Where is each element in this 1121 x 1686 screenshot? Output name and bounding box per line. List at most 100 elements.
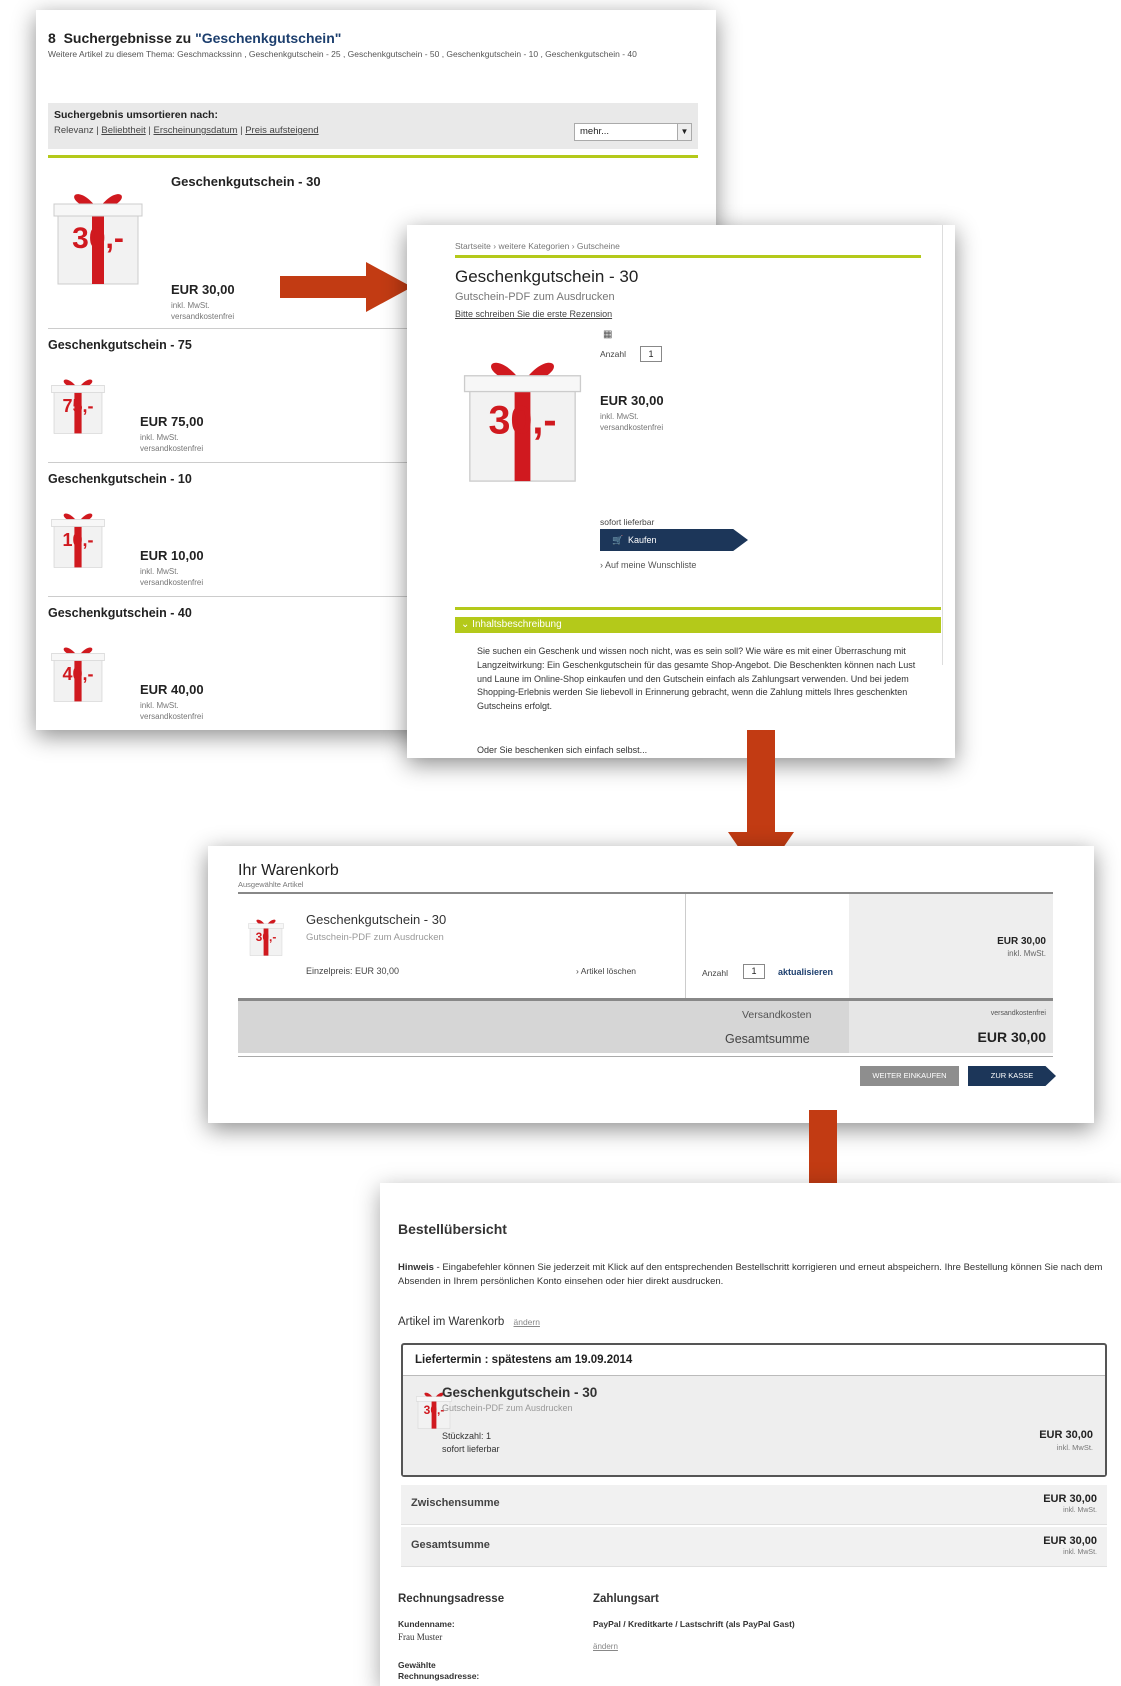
result-price: EUR 75,00	[140, 414, 204, 429]
gift-icon: 30,-	[248, 919, 284, 956]
shipping-note: versandkostenfrei	[171, 312, 235, 321]
more-sort-value: mehr...	[580, 126, 610, 137]
cart-item-image: 30,-	[246, 910, 286, 958]
result-price-notes: inkl. MwSt. versandkostenfrei	[171, 300, 234, 322]
payment-title: Zahlungsart	[593, 1593, 659, 1605]
results-heading: 8 Suchergebnisse zu "Geschenkgutschein"	[48, 30, 341, 46]
qty-input[interactable]: 1	[743, 964, 765, 979]
description-text: Sie suchen ein Geschenk und wissen noch …	[477, 646, 916, 712]
shipping-note: versandkostenfrei	[140, 712, 204, 721]
customer-label: Kundenname:	[398, 1619, 455, 1629]
related-articles[interactable]: Weitere Artikel zu diesem Thema: Geschma…	[48, 48, 708, 60]
order-item-qty: Stückzahl: 1	[442, 1431, 492, 1441]
gift-icon: 40,-	[51, 647, 105, 702]
shipping-note: versandkostenfrei	[600, 423, 664, 432]
order-item-details: Stückzahl: 1 sofort lieferbar	[442, 1430, 500, 1456]
more-sort-select[interactable]: mehr... ▼	[574, 123, 692, 141]
chosen-address-label-2: Rechnungsadresse:	[398, 1671, 480, 1681]
chevron-right-icon: ›	[600, 560, 603, 570]
description-toggle[interactable]: ⌄ Inhaltsbeschreibung	[455, 617, 941, 633]
result-price: EUR 40,00	[140, 682, 204, 697]
gift-voucher-image[interactable]: 30,-	[48, 170, 148, 290]
subtotal-row: Zwischensumme EUR 30,00 inkl. MwSt.	[401, 1485, 1107, 1525]
result-title[interactable]: Geschenkgutschein - 10	[48, 472, 192, 486]
change-payment-link[interactable]: ändern	[593, 1642, 618, 1651]
gift-icon: 30,-	[463, 362, 582, 482]
shipping-note: versandkostenfrei	[140, 444, 204, 453]
sort-bar: Suchergebnis umsortieren nach: Relevanz …	[48, 103, 698, 149]
wishlist-link[interactable]: › Auf meine Wunschliste	[600, 560, 696, 570]
gift-voucher-image[interactable]: 75,-	[48, 365, 108, 437]
gift-voucher-image[interactable]: 40,-	[48, 633, 108, 705]
arrow-right-icon	[280, 262, 412, 312]
sort-relevanz[interactable]: Relevanz	[54, 125, 94, 136]
total-label: Gesamtsumme	[411, 1539, 490, 1551]
billing-title: Rechnungsadresse	[398, 1593, 505, 1605]
cart-panel: Ihr Warenkorb Ausgewählte Artikel 30,- G…	[208, 846, 1094, 1123]
change-cart-link[interactable]: ändern	[514, 1317, 540, 1327]
order-title: Bestellübersicht	[398, 1221, 507, 1237]
vat-note: inkl. MwSt.	[1007, 949, 1046, 958]
total-value: EUR 30,00	[977, 1029, 1046, 1045]
result-price-notes: inkl. MwSt. versandkostenfrei	[140, 432, 203, 454]
continue-shopping-button[interactable]: WEITER EINKAUFEN	[860, 1066, 959, 1086]
description-text-2: Oder Sie beschenken sich einfach selbst.…	[477, 745, 648, 755]
sort-preis-aufsteigend[interactable]: Preis aufsteigend	[245, 125, 318, 136]
sort-beliebtheit[interactable]: Beliebtheit	[101, 125, 145, 136]
product-price: EUR 30,00	[600, 393, 664, 408]
results-count: 8	[48, 30, 56, 46]
delete-item-link[interactable]: › Artikel löschen	[576, 966, 636, 976]
shipping-note: versandkostenfrei	[140, 578, 204, 587]
vat-note: inkl. MwSt.	[600, 412, 639, 421]
result-price: EUR 10,00	[140, 548, 204, 563]
total-value: EUR 30,00	[1043, 1535, 1097, 1547]
gift-badge-text: 30,-	[488, 399, 556, 443]
sort-label: Suchergebnis umsortieren nach:	[54, 109, 218, 121]
result-price-notes: inkl. MwSt. versandkostenfrei	[140, 566, 203, 588]
product-subtitle: Gutschein-PDF zum Ausdrucken	[455, 291, 615, 303]
order-item-subtitle: Gutschein-PDF zum Ausdrucken	[442, 1403, 573, 1413]
result-title[interactable]: Geschenkgutschein - 75	[48, 338, 192, 352]
buy-button[interactable]: 🛒 Kaufen	[600, 529, 748, 551]
order-item-availability: sofort lieferbar	[442, 1444, 500, 1454]
qty-input[interactable]: 1	[640, 346, 662, 362]
qty-label: Anzahl	[600, 349, 626, 359]
cart-icon: 🛒	[612, 535, 624, 545]
results-query: "Geschenkgutschein"	[195, 30, 342, 46]
gift-badge-text: 75,-	[62, 396, 93, 416]
description-header: Inhaltsbeschreibung	[472, 619, 562, 630]
gift-voucher-image[interactable]: 10,-	[48, 499, 108, 571]
vat-note: inkl. MwSt.	[171, 301, 210, 310]
product-title: Geschenkgutschein - 30	[455, 267, 639, 286]
sort-erscheinungsdatum[interactable]: Erscheinungsdatum	[153, 125, 237, 136]
result-title[interactable]: Geschenkgutschein - 40	[48, 606, 192, 620]
chevron-down-icon: ⌄	[461, 619, 470, 630]
write-review-link[interactable]: Bitte schreiben Sie die erste Rezension	[455, 309, 612, 319]
update-link[interactable]: aktualisieren	[778, 967, 833, 977]
cart-items-heading: Artikel im Warenkorb ändern	[398, 1316, 540, 1328]
totals-value-column	[849, 1001, 1053, 1053]
breadcrumb[interactable]: Startseite › weitere Kategorien › Gutsch…	[455, 241, 620, 251]
gift-icon: 30,-	[53, 194, 143, 285]
result-price-notes: inkl. MwSt. versandkostenfrei	[140, 700, 203, 722]
cart-item-subtitle: Gutschein-PDF zum Ausdrucken	[306, 932, 444, 943]
sort-options: Relevanz | Beliebtheit | Erscheinungsdat…	[54, 125, 319, 136]
hint-label: Hinweis	[398, 1262, 434, 1273]
order-item-title: Geschenkgutschein - 30	[442, 1385, 598, 1400]
subtotal-value: EUR 30,00	[1043, 1493, 1097, 1505]
cart-item-title[interactable]: Geschenkgutschein - 30	[306, 912, 446, 927]
product-detail-panel: Startseite › weitere Kategorien › Gutsch…	[407, 225, 955, 758]
delete-label: Artikel löschen	[580, 966, 637, 976]
order-item-price: EUR 30,00	[1039, 1429, 1093, 1441]
divider	[48, 155, 698, 158]
vat-note: inkl. MwSt.	[140, 701, 179, 710]
cart-item-price: EUR 30,00	[997, 936, 1046, 947]
result-title[interactable]: Geschenkgutschein - 30	[171, 174, 321, 189]
chevron-right-icon: ›	[576, 966, 579, 976]
vat-note: inkl. MwSt.	[1056, 1443, 1093, 1452]
divider	[685, 894, 686, 999]
vat-note: inkl. MwSt.	[1063, 1507, 1097, 1514]
right-sidebar	[942, 225, 955, 665]
cart-title: Ihr Warenkorb	[238, 862, 339, 879]
checkout-button[interactable]: ZUR KASSE	[968, 1066, 1056, 1086]
